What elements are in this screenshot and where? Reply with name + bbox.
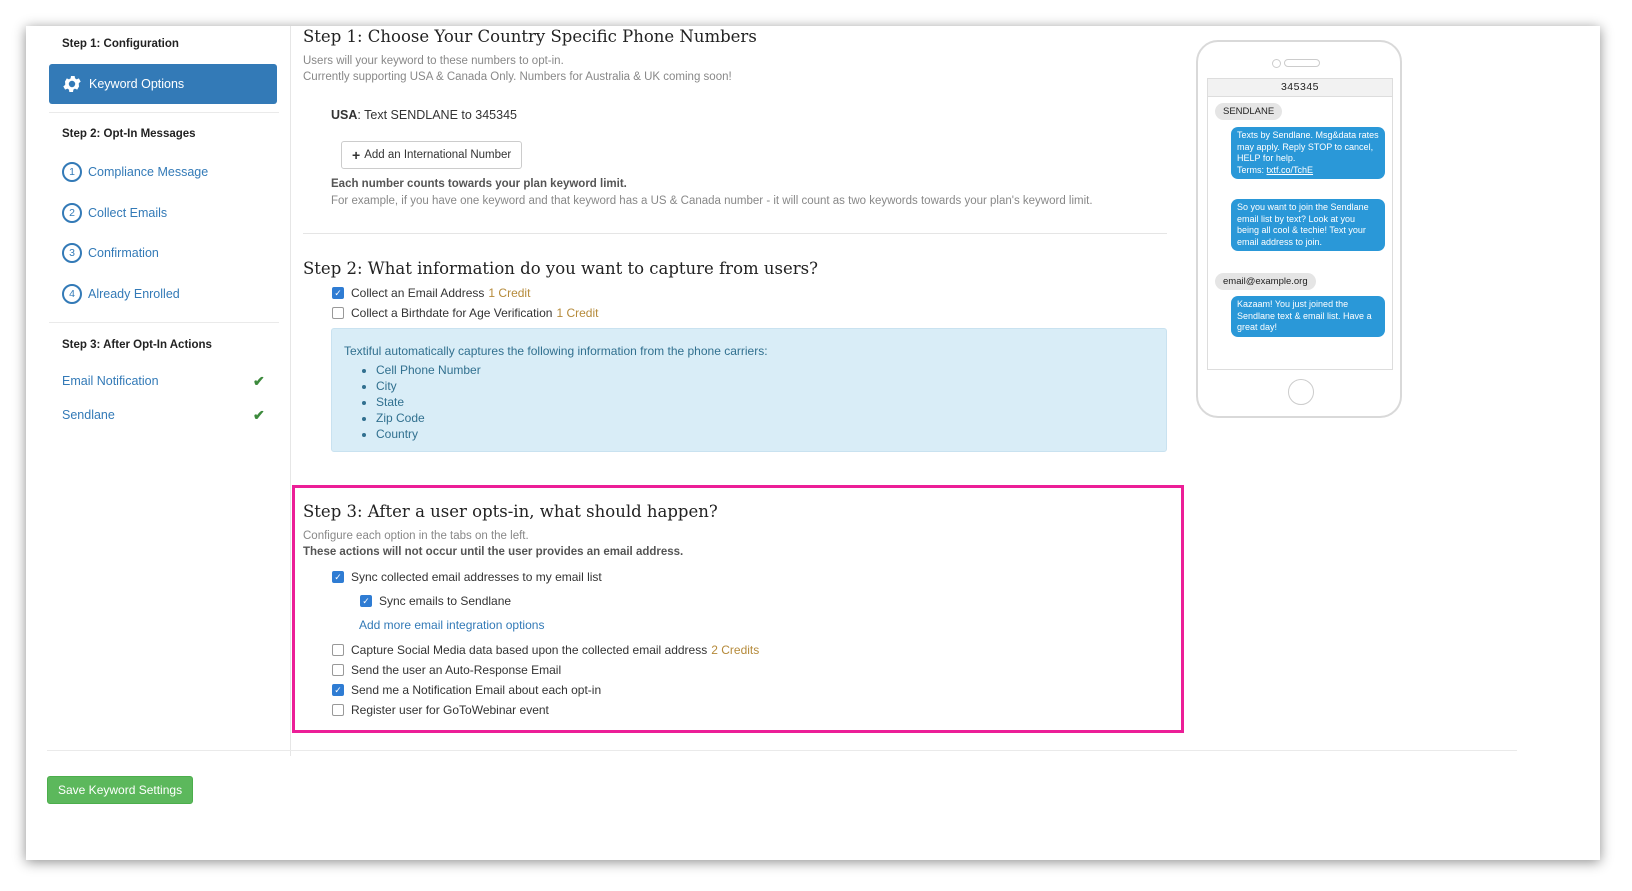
sidebar-item-keyword-options[interactable]: Keyword Options (49, 64, 277, 104)
step-number-icon: 3 (62, 243, 82, 263)
incoming-message: SENDLANE (1215, 103, 1283, 120)
sync-sendlane-checkbox[interactable]: ✓ Sync emails to Sendlane (360, 594, 511, 608)
list-item: Country (376, 426, 1154, 442)
list-item: Cell Phone Number (376, 362, 1154, 378)
checkbox-label: Sync collected email addresses to my ema… (351, 570, 602, 584)
sidebar-item-compliance-message[interactable]: 1 Compliance Message (62, 162, 208, 182)
step-number-icon: 2 (62, 203, 82, 223)
step3-warning: These actions will not occur until the u… (303, 546, 684, 558)
checkbox-unchecked-icon[interactable] (332, 307, 344, 319)
message-terms: Terms: (1237, 164, 1267, 175)
outgoing-message: So you want to join the Sendlane email l… (1231, 199, 1385, 252)
sidebar: Step 1: Configuration Keyword Options St… (26, 26, 291, 756)
carrier-info-box: Textiful automatically captures the foll… (331, 328, 1167, 452)
sidebar-item-collect-emails[interactable]: 2 Collect Emails (62, 203, 167, 223)
plus-icon: + (352, 147, 361, 163)
camera-icon (1272, 59, 1281, 68)
credit-badge: 2 Credits (711, 643, 760, 657)
sidebar-item-label: Sendlane (62, 408, 115, 422)
add-international-number-button[interactable]: + Add an International Number (341, 141, 523, 169)
gotowebinar-checkbox[interactable]: Register user for GoToWebinar event (332, 703, 549, 717)
sidebar-item-already-enrolled[interactable]: 4 Already Enrolled (62, 284, 180, 304)
phone-screen: 345345 SENDLANE Texts by Sendlane. Msg&d… (1207, 78, 1393, 370)
sidebar-item-label: Already Enrolled (88, 287, 180, 301)
usa-label: USA (331, 108, 358, 122)
section-divider (303, 233, 1167, 234)
info-list: Cell Phone Number City State Zip Code Co… (344, 362, 1154, 442)
gear-icon (63, 76, 81, 92)
step1-description: Users will your keyword to these numbers… (303, 55, 564, 67)
checkbox-label: Collect a Birthdate for Age Verification (351, 306, 553, 320)
step-number-icon: 4 (62, 284, 82, 304)
step-number-icon: 1 (62, 162, 82, 182)
credit-badge: 1 Credit (488, 286, 531, 300)
phone-preview: 345345 SENDLANE Texts by Sendlane. Msg&d… (1196, 40, 1402, 418)
sidebar-item-sendlane[interactable]: Sendlane (62, 408, 115, 422)
credit-badge: 1 Credit (556, 306, 599, 320)
sidebar-step2-heading: Step 2: Opt-In Messages (62, 128, 196, 140)
checkbox-label: Send me a Notification Email about each … (351, 683, 602, 697)
sidebar-item-label: Collect Emails (88, 206, 168, 220)
step1-title: Step 1: Choose Your Country Specific Pho… (303, 27, 757, 46)
list-item: State (376, 394, 1154, 410)
list-item: Zip Code (376, 410, 1154, 426)
checkbox-checked-icon[interactable]: ✓ (360, 595, 372, 607)
usa-number-line: USA: Text SENDLANE to 345345 (331, 108, 517, 122)
home-button-icon (1288, 379, 1314, 405)
checkbox-checked-icon[interactable]: ✓ (332, 684, 344, 696)
collect-birthdate-checkbox[interactable]: Collect a Birthdate for Age Verification… (332, 306, 598, 320)
capture-social-checkbox[interactable]: Capture Social Media data based upon the… (332, 643, 759, 657)
sidebar-divider (49, 112, 279, 113)
checkbox-checked-icon[interactable]: ✓ (332, 571, 344, 583)
checkbox-label: Sync emails to Sendlane (379, 594, 512, 608)
outgoing-message: Kazaam! You just joined the Sendlane tex… (1231, 296, 1385, 337)
usa-number-text: : Text SENDLANE to 345345 (357, 108, 517, 122)
auto-response-checkbox[interactable]: Send the user an Auto-Response Email (332, 663, 561, 677)
sidebar-item-label: Compliance Message (88, 165, 209, 179)
app-frame: Step 1: Configuration Keyword Options St… (26, 26, 1600, 860)
terms-link[interactable]: txtf.co/TchE (1267, 165, 1314, 175)
step1-description-2: Currently supporting USA & Canada Only. … (303, 71, 732, 83)
step2-title: Step 2: What information do you want to … (303, 259, 818, 278)
phone-number-title: 345345 (1208, 79, 1392, 97)
step3-title: Step 3: After a user opts-in, what shoul… (303, 502, 718, 521)
sidebar-item-confirmation[interactable]: 3 Confirmation (62, 243, 159, 263)
check-icon: ✔ (253, 407, 265, 423)
check-icon: ✔ (253, 373, 265, 389)
add-integration-link[interactable]: Add more email integration options (359, 618, 544, 632)
info-intro: Textiful automatically captures the foll… (344, 344, 768, 358)
footer-divider (47, 750, 1517, 751)
sync-email-list-checkbox[interactable]: ✓ Sync collected email addresses to my e… (332, 570, 602, 584)
checkbox-label: Send the user an Auto-Response Email (351, 663, 562, 677)
keyword-limit-text: For example, if you have one keyword and… (331, 195, 1093, 207)
message-text: Texts by Sendlane. Msg&data rates may ap… (1237, 130, 1379, 164)
checkbox-label: Register user for GoToWebinar event (351, 703, 549, 717)
sidebar-item-label: Confirmation (88, 246, 159, 260)
checkbox-unchecked-icon[interactable] (332, 644, 344, 656)
sidebar-step1-heading: Step 1: Configuration (62, 38, 179, 50)
keyword-limit-heading: Each number counts towards your plan key… (331, 178, 627, 190)
checkbox-unchecked-icon[interactable] (332, 704, 344, 716)
sidebar-step3-heading: Step 3: After Opt-In Actions (62, 339, 212, 351)
checkbox-label: Capture Social Media data based upon the… (351, 643, 708, 657)
save-keyword-settings-button[interactable]: Save Keyword Settings (47, 776, 194, 804)
list-item: City (376, 378, 1154, 394)
checkbox-unchecked-icon[interactable] (332, 664, 344, 676)
incoming-message: email@example.org (1215, 273, 1316, 290)
checkbox-label: Collect an Email Address (351, 286, 485, 300)
collect-email-checkbox[interactable]: ✓ Collect an Email Address 1 Credit (332, 286, 530, 300)
sidebar-divider (49, 322, 279, 323)
checkbox-checked-icon[interactable]: ✓ (332, 287, 344, 299)
notification-email-checkbox[interactable]: ✓ Send me a Notification Email about eac… (332, 683, 601, 697)
sidebar-item-label: Email Notification (62, 374, 159, 388)
button-label: Add an International Number (364, 149, 512, 161)
sidebar-item-label: Keyword Options (89, 77, 185, 91)
sidebar-item-email-notification[interactable]: Email Notification (62, 374, 159, 388)
outgoing-message: Texts by Sendlane. Msg&data rates may ap… (1231, 127, 1385, 180)
speaker-icon (1284, 59, 1320, 67)
step3-description: Configure each option in the tabs on the… (303, 530, 529, 542)
